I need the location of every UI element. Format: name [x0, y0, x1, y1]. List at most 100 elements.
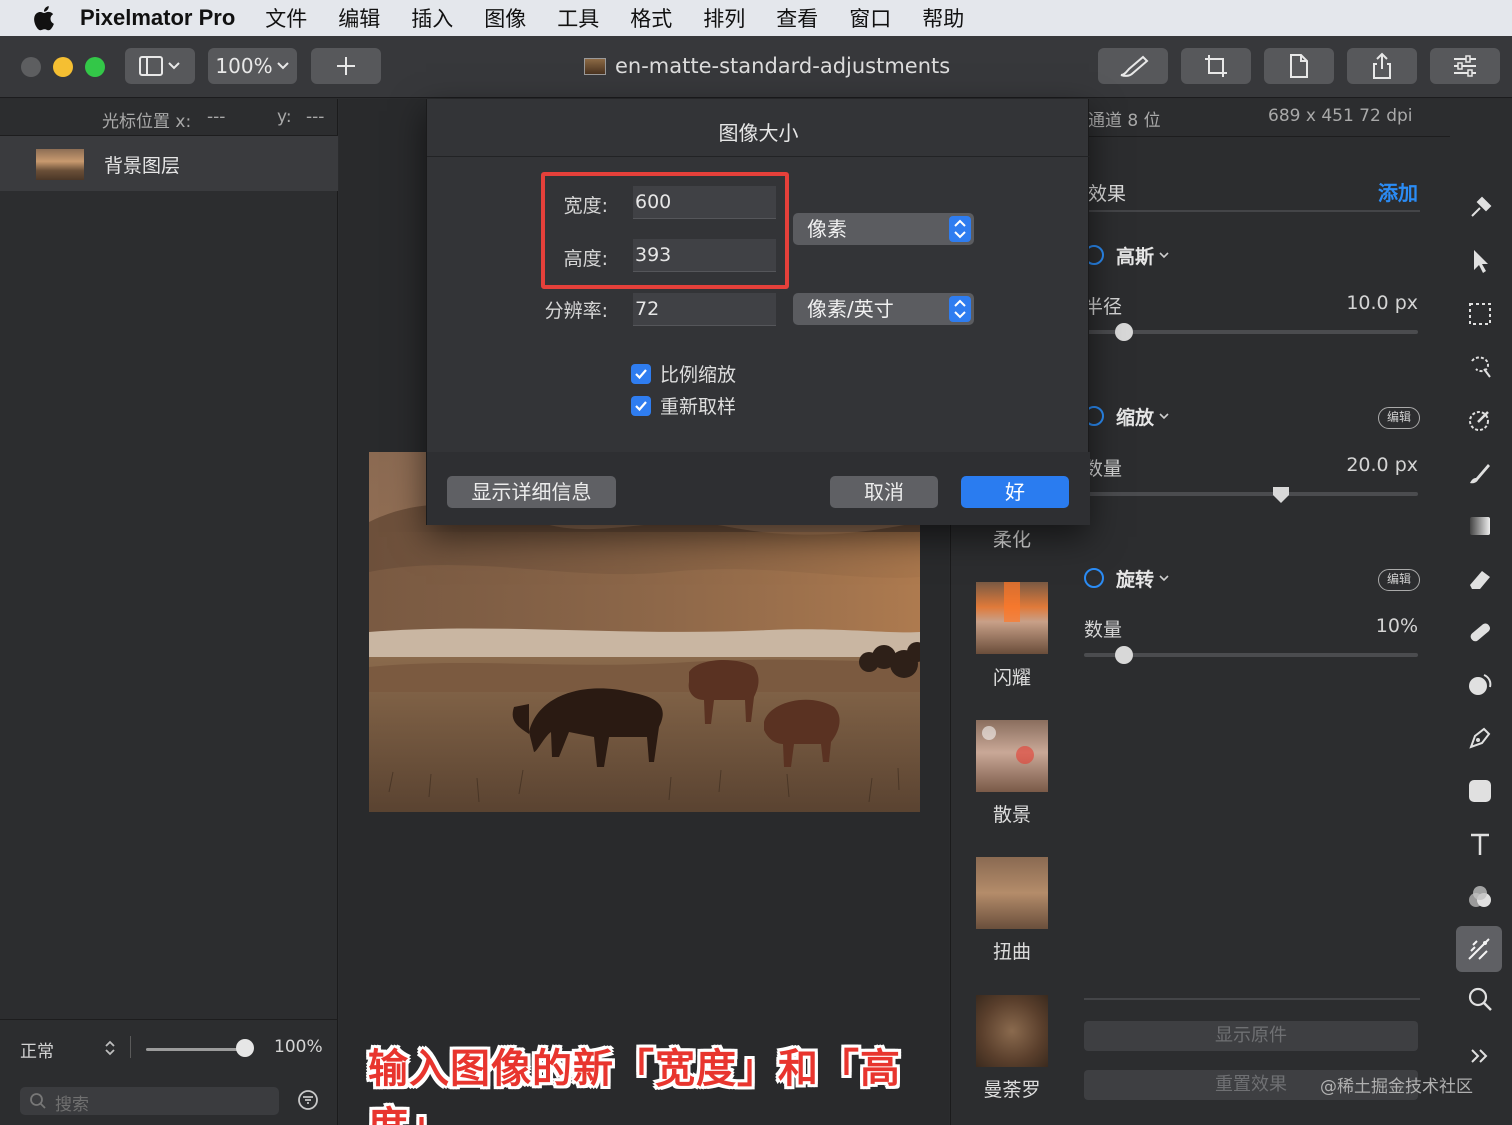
menu-window[interactable]: 窗口 — [849, 3, 891, 33]
magic-selection-tool[interactable] — [1463, 350, 1497, 384]
sidebar-toggle-button[interactable] — [125, 48, 195, 84]
chevron-down-icon[interactable] — [1158, 412, 1170, 420]
menu-arrange[interactable]: 排列 — [703, 3, 745, 33]
brush-icon — [1470, 464, 1490, 484]
filter-icon[interactable] — [297, 1089, 319, 1111]
chevron-down-icon[interactable] — [1158, 574, 1170, 582]
plus-icon — [337, 57, 355, 75]
effect-toggle[interactable] — [1084, 568, 1104, 588]
format-button[interactable] — [1264, 48, 1334, 84]
effect-slider-knob[interactable] — [1115, 646, 1134, 664]
brush-tool-button[interactable] — [1098, 48, 1168, 84]
retouch-tool[interactable] — [1463, 615, 1497, 649]
layer-row[interactable]: 背景图层 — [0, 136, 338, 191]
effect-name[interactable]: 旋转 — [1116, 565, 1154, 592]
effect-slider[interactable] — [1084, 330, 1418, 334]
type-tool[interactable] — [1463, 827, 1497, 861]
arrange-tool[interactable] — [1463, 244, 1497, 278]
maximize-window-button[interactable] — [85, 57, 105, 77]
zoom-tool[interactable] — [1463, 982, 1497, 1016]
share-icon — [1373, 52, 1391, 79]
selection-tool[interactable] — [1463, 297, 1497, 331]
menu-insert[interactable]: 插入 — [411, 3, 453, 33]
effects-tool[interactable] — [1456, 926, 1502, 972]
minimize-window-button[interactable] — [53, 57, 73, 77]
distort-tool[interactable] — [1463, 668, 1497, 702]
highlight-annotation — [541, 172, 789, 289]
pen-tool[interactable] — [1463, 721, 1497, 755]
search-placeholder: 搜索 — [55, 1095, 89, 1115]
close-window-button[interactable] — [21, 57, 41, 77]
effect-thumbnail[interactable] — [976, 857, 1048, 929]
watermark: @稀土掘金技术社区 — [1320, 1077, 1473, 1097]
effect-param-value[interactable]: 20.0 px — [1346, 454, 1418, 476]
layer-search-input[interactable]: 搜索 — [20, 1087, 279, 1115]
effect-label[interactable]: 闪耀 — [951, 663, 1073, 690]
cursor-y-value: --- — [306, 107, 325, 127]
gradient-tool[interactable] — [1463, 509, 1497, 543]
ok-button[interactable]: 好 — [961, 476, 1069, 508]
size-unit-select[interactable]: 像素 — [793, 213, 974, 245]
shape-tool[interactable] — [1463, 774, 1497, 808]
tutorial-caption: 输入图像的新「宽度」和「高度」 — [368, 1046, 901, 1125]
color-adjust-tool[interactable] — [1463, 880, 1497, 914]
proportional-checkbox[interactable]: 比例缩放 — [631, 360, 736, 387]
edit-badge-button[interactable]: 编辑 — [1378, 569, 1420, 591]
effect-label[interactable]: 散景 — [951, 800, 1073, 827]
erase-tool[interactable] — [1463, 562, 1497, 596]
zoom-dropdown[interactable]: 100% — [208, 48, 297, 84]
show-details-button[interactable]: 显示详细信息 — [447, 476, 616, 508]
cancel-button[interactable]: 取消 — [830, 476, 938, 508]
blend-mode-select[interactable]: 正常 — [20, 1037, 54, 1062]
effect-thumbnail[interactable] — [976, 720, 1048, 792]
channel-info: 通道 8 位 — [1088, 111, 1161, 131]
menu-edit[interactable]: 编辑 — [338, 3, 380, 33]
effect-slider[interactable] — [1084, 492, 1418, 496]
checkmark-icon — [631, 363, 651, 384]
resample-checkbox[interactable]: 重新取样 — [631, 392, 736, 419]
effect-label[interactable]: 曼荼罗 — [951, 1075, 1073, 1102]
resolution-unit-select[interactable]: 像素/英寸 — [793, 293, 974, 325]
effect-label[interactable]: 扭曲 — [951, 937, 1073, 964]
show-original-button[interactable]: 显示原件 — [1084, 1021, 1418, 1051]
cursor-x-value: --- — [207, 107, 226, 127]
style-tool[interactable] — [1463, 191, 1497, 225]
opacity-slider[interactable] — [146, 1048, 246, 1051]
app-menu[interactable]: Pixelmator Pro — [80, 5, 235, 31]
resolution-input[interactable]: 72 — [633, 293, 776, 326]
color-select-tool[interactable] — [1463, 403, 1497, 437]
effect-slider-knob[interactable] — [1272, 485, 1290, 505]
opacity-slider-knob[interactable] — [236, 1039, 254, 1057]
layer-thumbnail — [36, 149, 84, 180]
dialog-title: 图像大小 — [718, 121, 799, 145]
adjustments-button[interactable] — [1430, 48, 1500, 84]
share-button[interactable] — [1347, 48, 1417, 84]
effect-param-value[interactable]: 10% — [1376, 615, 1418, 637]
menu-help[interactable]: 帮助 — [922, 3, 964, 33]
more-tools-button[interactable] — [1463, 1039, 1497, 1073]
menu-image[interactable]: 图像 — [484, 3, 526, 33]
paint-tool[interactable] — [1463, 456, 1497, 490]
effect-slider[interactable] — [1084, 653, 1418, 657]
effect-name[interactable]: 高斯 — [1116, 242, 1154, 269]
add-effect-button[interactable]: 添加 — [1378, 177, 1418, 206]
updown-chevron-icon[interactable] — [104, 1039, 116, 1057]
crop-button[interactable] — [1181, 48, 1251, 84]
effect-thumbnail[interactable] — [976, 995, 1048, 1067]
menu-format[interactable]: 格式 — [630, 3, 672, 33]
stepper-icon — [949, 296, 971, 322]
apple-icon[interactable] — [30, 3, 60, 33]
add-button[interactable] — [311, 48, 381, 84]
chevron-down-icon[interactable] — [1158, 251, 1170, 259]
effect-param-value[interactable]: 10.0 px — [1346, 292, 1418, 314]
menu-tools[interactable]: 工具 — [557, 3, 599, 33]
menu-view[interactable]: 查看 — [776, 3, 818, 33]
edit-badge-button[interactable]: 编辑 — [1378, 407, 1420, 429]
effect-label[interactable]: 柔化 — [951, 525, 1073, 552]
text-icon — [1471, 833, 1489, 855]
effect-name[interactable]: 缩放 — [1116, 403, 1154, 430]
opacity-value: 100% — [274, 1037, 323, 1057]
menu-file[interactable]: 文件 — [265, 3, 307, 33]
effect-slider-knob[interactable] — [1115, 323, 1134, 341]
effect-thumbnail[interactable] — [976, 582, 1048, 654]
